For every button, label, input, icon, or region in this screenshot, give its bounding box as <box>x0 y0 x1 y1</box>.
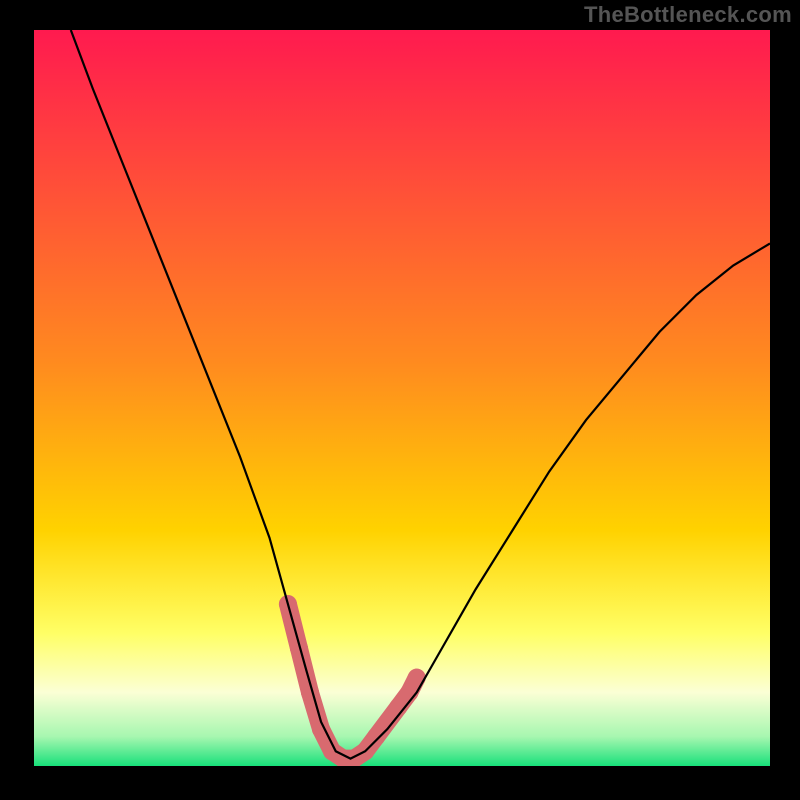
chart-svg <box>34 30 770 766</box>
gradient-background <box>34 30 770 766</box>
chart-stage: TheBottleneck.com <box>0 0 800 800</box>
plot-region <box>34 30 770 766</box>
attribution-label: TheBottleneck.com <box>584 2 792 28</box>
marker-dot <box>408 669 426 687</box>
marker-dot <box>367 728 385 746</box>
